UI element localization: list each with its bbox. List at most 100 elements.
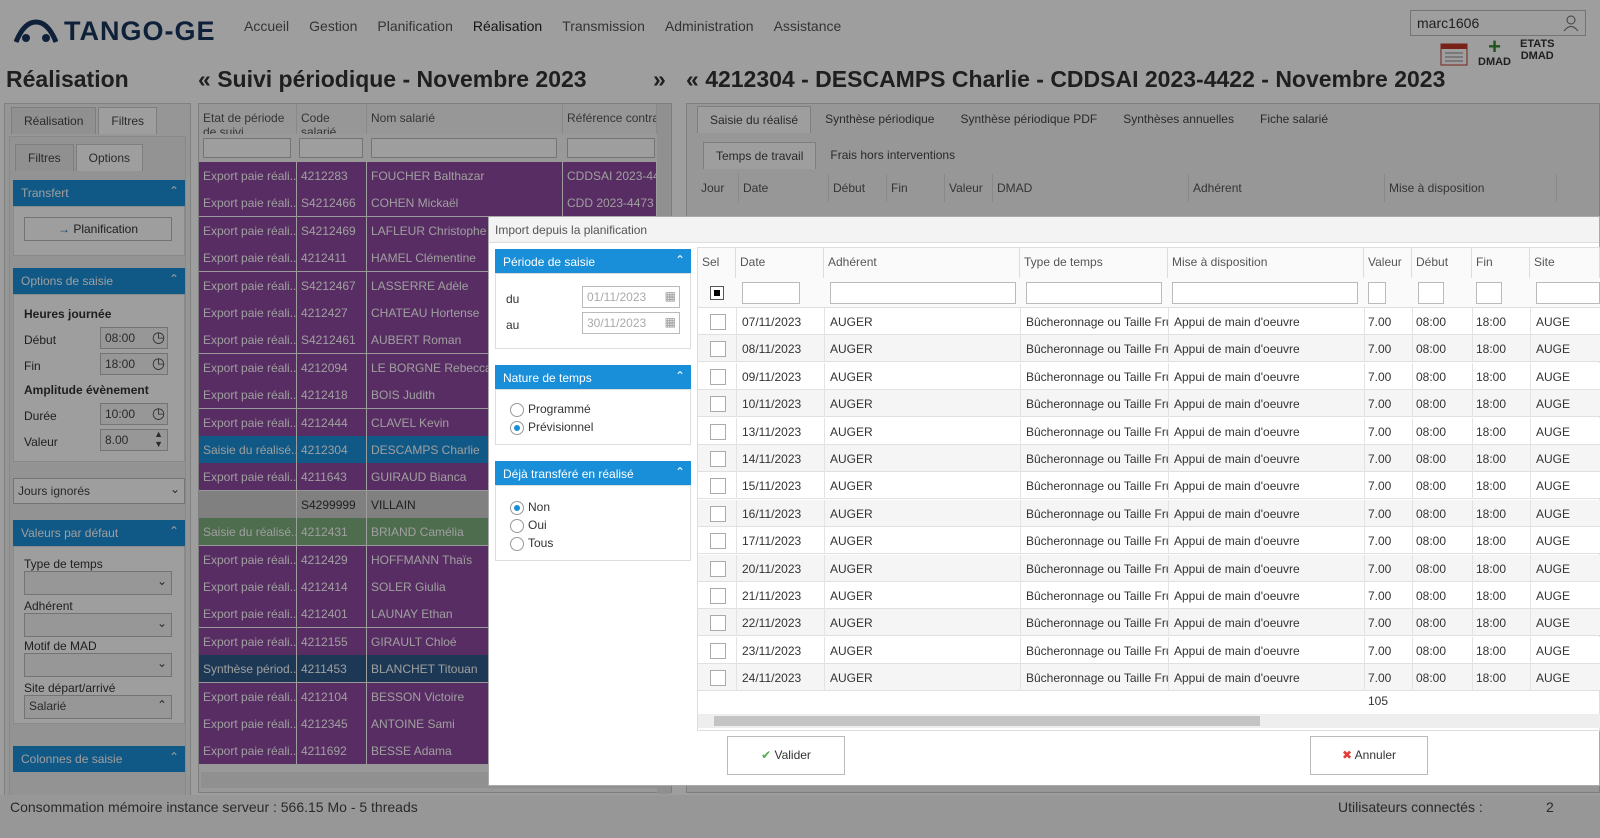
total-value: 105	[1368, 694, 1389, 708]
col-divider	[1020, 582, 1021, 609]
cell-val: 7.00	[1368, 342, 1392, 357]
table-row[interactable]: 15/11/2023 AUGER Bûcheronnage ou Taille Fr…	[698, 472, 1600, 500]
cell-fin: 18:00	[1476, 671, 1507, 686]
col-divider	[824, 582, 825, 609]
du-input[interactable]: 01/11/2023 ▦	[582, 286, 680, 308]
calendar-icon[interactable]: ▦	[665, 289, 676, 303]
row-checkbox[interactable]	[710, 588, 726, 604]
col-divider	[1530, 472, 1531, 500]
radio-non[interactable]: Non	[510, 500, 550, 515]
row-checkbox[interactable]	[710, 670, 726, 687]
modal-col-header[interactable]: Fin	[1472, 248, 1530, 278]
cell-type: Bûcheronnage ou Taille Fru	[1026, 534, 1168, 549]
cell-type: Bûcheronnage ou Taille Fru	[1026, 452, 1168, 466]
col-divider	[1530, 417, 1531, 445]
table-row[interactable]: 21/11/2023 AUGER Bûcheronnage ou Taille Fr…	[698, 582, 1600, 609]
row-checkbox[interactable]	[710, 423, 726, 440]
table-row[interactable]: 09/11/2023 AUGER Bûcheronnage ou Taille Fr…	[698, 362, 1600, 390]
modal-filter-input[interactable]	[1172, 282, 1358, 304]
au-input[interactable]: 30/11/2023 ▦	[582, 312, 680, 334]
radio-tous[interactable]: Tous	[510, 536, 553, 551]
valider-button[interactable]: ✔ Valider	[727, 736, 845, 775]
radio-oui[interactable]: Oui	[510, 518, 547, 533]
col-divider	[1472, 472, 1473, 500]
table-row[interactable]: 16/11/2023 AUGER Bûcheronnage ou Taille Fr…	[698, 499, 1600, 527]
modal-col-header[interactable]: Site	[1530, 248, 1600, 278]
cell-date: 07/11/2023	[742, 315, 802, 329]
modal-filter-input[interactable]	[1026, 282, 1162, 304]
row-checkbox[interactable]	[710, 642, 726, 659]
cell-deb: 08:00	[1416, 589, 1447, 603]
modal-col-header[interactable]: Sel	[698, 248, 736, 278]
row-checkbox[interactable]	[710, 615, 726, 632]
annuler-button[interactable]: ✖ Annuler	[1310, 736, 1428, 775]
col-divider	[1168, 499, 1169, 527]
table-row[interactable]: 17/11/2023 AUGER Bûcheronnage ou Taille Fr…	[698, 527, 1600, 555]
col-divider	[824, 527, 825, 555]
row-checkbox[interactable]	[710, 533, 726, 550]
cell-mad: Appui de main d'oeuvre	[1174, 397, 1300, 412]
table-row[interactable]: 13/11/2023 AUGER Bûcheronnage ou Taille Fr…	[698, 417, 1600, 445]
col-divider	[736, 636, 737, 664]
col-divider	[824, 335, 825, 363]
modal-col-header[interactable]: Type de temps	[1020, 248, 1168, 278]
col-divider	[1412, 527, 1413, 555]
modal-filter-input[interactable]	[1536, 282, 1600, 304]
row-checkbox[interactable]	[710, 505, 726, 522]
modal-col-header[interactable]: Valeur	[1364, 248, 1412, 278]
cell-fin: 18:00	[1476, 369, 1507, 384]
cell-type: Bûcheronnage ou Taille Fru	[1026, 561, 1168, 576]
du-label: du	[506, 292, 520, 306]
modal-col-header[interactable]: Adhérent	[824, 248, 1020, 278]
col-divider	[1168, 472, 1169, 500]
col-divider	[1472, 636, 1473, 664]
radio-previsionnel[interactable]: Prévisionnel	[510, 420, 593, 435]
row-checkbox[interactable]	[710, 451, 726, 467]
col-divider	[1530, 362, 1531, 390]
col-divider	[1472, 554, 1473, 582]
modal-filter-input[interactable]	[742, 282, 800, 304]
cell-adh: AUGER	[830, 616, 873, 631]
row-checkbox[interactable]	[710, 560, 726, 577]
table-row[interactable]: 23/11/2023 AUGER Bûcheronnage ou Taille Fr…	[698, 636, 1600, 664]
col-divider	[1472, 308, 1473, 335]
hscroll-thumb[interactable]	[714, 716, 1260, 726]
modal-filter-input[interactable]	[1476, 282, 1502, 304]
modal-col-header[interactable]: Début	[1412, 248, 1472, 278]
select-all-checkbox[interactable]	[710, 286, 724, 300]
cell-type: Bûcheronnage ou Taille Fru	[1026, 671, 1168, 686]
modal-col-header[interactable]: Mise à disposition	[1168, 248, 1364, 278]
cell-mad: Appui de main d'oeuvre	[1174, 589, 1300, 603]
calendar-icon[interactable]: ▦	[665, 315, 676, 329]
cell-date: 16/11/2023	[742, 506, 802, 521]
row-checkbox[interactable]	[710, 314, 726, 330]
table-row[interactable]: 14/11/2023 AUGER Bûcheronnage ou Taille Fr…	[698, 445, 1600, 472]
col-divider	[1168, 554, 1169, 582]
radio-programme[interactable]: Programmé	[510, 402, 591, 417]
section-deja-transfere[interactable]: Déjà transféré en réalisé	[495, 461, 691, 485]
modal-filter-input[interactable]	[1368, 282, 1386, 304]
row-checkbox[interactable]	[710, 396, 726, 413]
cell-deb: 08:00	[1416, 424, 1447, 439]
cell-type: Bûcheronnage ou Taille Fru	[1026, 369, 1168, 384]
table-row[interactable]: 07/11/2023 AUGER Bûcheronnage ou Taille Fr…	[698, 308, 1600, 335]
table-row[interactable]: 22/11/2023 AUGER Bûcheronnage ou Taille Fr…	[698, 609, 1600, 637]
table-row[interactable]: 08/11/2023 AUGER Bûcheronnage ou Taille Fr…	[698, 335, 1600, 363]
section-periode[interactable]: Période de saisie	[495, 249, 691, 273]
col-divider	[1364, 335, 1365, 363]
col-divider	[1412, 417, 1413, 445]
table-row[interactable]: 24/11/2023 AUGER Bûcheronnage ou Taille Fr…	[698, 664, 1600, 692]
modal-filter-input[interactable]	[1418, 282, 1444, 304]
table-row[interactable]: 10/11/2023 AUGER Bûcheronnage ou Taille Fr…	[698, 390, 1600, 418]
section-nature[interactable]: Nature de temps	[495, 365, 691, 389]
modal-col-header[interactable]: Date	[736, 248, 824, 278]
cell-site: AUGE	[1536, 424, 1571, 439]
row-checkbox[interactable]	[710, 341, 726, 358]
row-checkbox[interactable]	[710, 368, 726, 385]
table-row[interactable]: 20/11/2023 AUGER Bûcheronnage ou Taille Fr…	[698, 554, 1600, 582]
cell-adh: AUGER	[830, 397, 873, 412]
cell-site: AUGE	[1536, 315, 1571, 329]
cell-mad: Appui de main d'oeuvre	[1174, 315, 1300, 329]
modal-filter-input[interactable]	[830, 282, 1016, 304]
row-checkbox[interactable]	[710, 478, 726, 495]
